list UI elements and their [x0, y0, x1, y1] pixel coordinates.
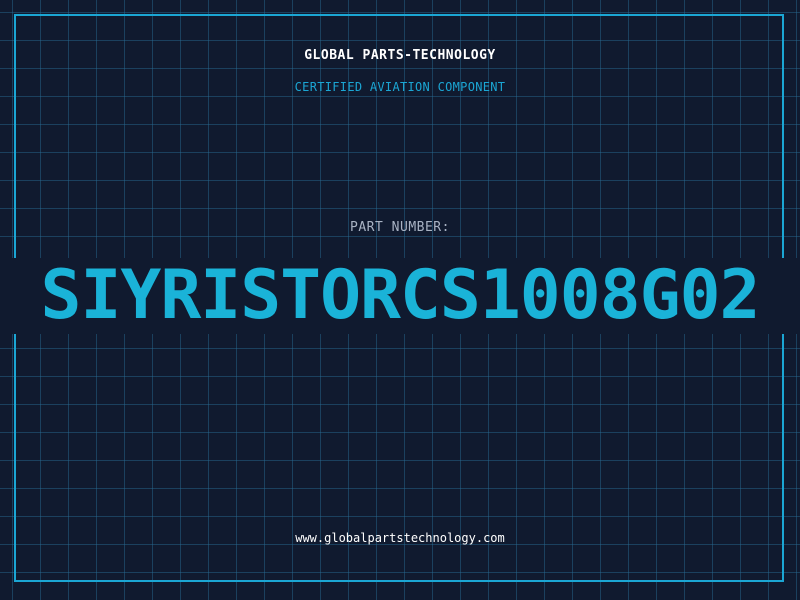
part-number-value: SIYRISTORCS1008G02: [40, 258, 761, 334]
certification-subtitle: CERTIFIED AVIATION COMPONENT: [294, 80, 506, 94]
part-number-label: PART NUMBER:: [350, 220, 450, 235]
part-number-band: SIYRISTORCS1008G02: [0, 258, 800, 334]
part-card: GLOBAL PARTS-TECHNOLOGY CERTIFIED AVIATI…: [0, 0, 800, 600]
website-url: www.globalpartstechnology.com: [295, 531, 505, 545]
company-name: GLOBAL PARTS-TECHNOLOGY: [304, 48, 496, 63]
